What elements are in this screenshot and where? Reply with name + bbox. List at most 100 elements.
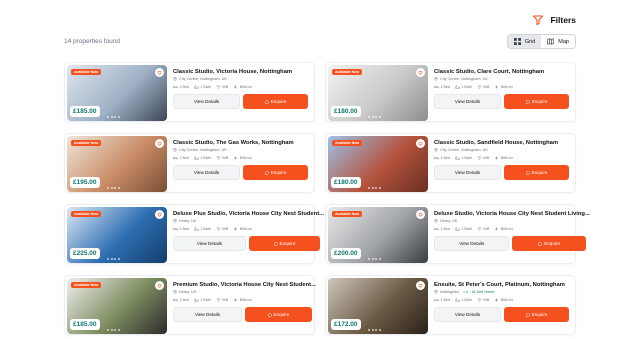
favorite-button[interactable] [155,68,164,77]
favorite-button[interactable] [416,210,425,219]
bath-icon [194,227,199,231]
property-card[interactable]: Available Now £200.00 Deluxe Studio, Vic… [325,204,590,264]
property-photo[interactable]: Available Now £185.00 [67,65,167,121]
property-title[interactable]: Deluxe Studio, Victoria House City Nest … [434,211,590,217]
chat-icon [273,241,278,246]
property-info: Classic Studio, The Gas Works, Nottingha… [167,136,312,190]
property-title[interactable]: Ensuite, St Peter's Court, Platinum, Not… [434,282,573,288]
carousel-dots[interactable] [107,329,120,331]
chat-icon [264,170,269,175]
carousel-dots[interactable] [107,116,120,118]
enquire-label: Enquire [531,312,548,317]
property-photo[interactable]: Available Now £180.00 [328,65,428,121]
amenities: 1 Bed 1 Bath Wifi Bills Inc [173,298,316,302]
favorite-button[interactable] [416,68,425,77]
property-card[interactable]: Available Now £195.00 Classic Studio, Th… [64,133,315,193]
enquire-button[interactable]: Enquire [512,236,586,251]
property-card[interactable]: £172.00 Ensuite, St Peter's Court, Plati… [325,275,576,335]
favorite-button[interactable] [416,281,425,290]
property-info: Premium Studio, Victoria House City Nest… [167,278,316,332]
wifi-icon [477,85,482,89]
bed-icon [173,85,178,89]
property-title[interactable]: Classic Studio, Sandfield House, Notting… [434,140,573,146]
carousel-dots[interactable] [107,187,120,189]
enquire-button[interactable]: Enquire [248,236,320,251]
carousel-dots[interactable] [368,329,381,331]
enquire-button[interactable]: Enquire [243,94,308,109]
property-location: City Centre, Nottingham, UK [434,148,573,152]
view-details-button[interactable]: View Details [434,236,510,251]
bed-count: 1 Bed [179,227,189,231]
map-view-button[interactable]: Map [541,35,575,48]
enquire-button[interactable]: Enquire [244,307,312,322]
wifi-icon [477,227,482,231]
enquire-button[interactable]: Enquire [504,307,569,322]
property-card[interactable]: Available Now £225.00 Deluxe Plus Studio… [64,204,324,264]
location-tag: • 4 - 18 Unit Home [463,290,495,294]
property-grid: Available Now £185.00 Classic Studio, Vi… [64,62,590,335]
property-photo[interactable]: Available Now £195.00 [67,136,167,192]
property-title[interactable]: Classic Studio, Clare Court, Nottingham [434,69,573,75]
favorite-button[interactable] [155,210,164,219]
bath-count: 1 Bath [461,227,472,231]
bolt-icon [495,85,499,89]
property-title[interactable]: Premium Studio, Victoria House City Nest… [173,282,316,288]
bills-label: Bills Inc [239,298,253,302]
property-card[interactable]: Available Now £185.00 Premium Studio, Vi… [64,275,316,335]
property-photo[interactable]: Available Now £180.00 [328,136,428,192]
bolt-icon [495,227,499,231]
location-pin-icon [434,148,438,152]
property-card[interactable]: Available Now £180.00 Classic Studio, Cl… [325,62,576,122]
carousel-dots[interactable] [368,116,381,118]
favorite-button[interactable] [155,281,164,290]
bath-count: 1 Bath [200,298,211,302]
amenities: 1 Bed 1 Bath Wifi Bills Inc [434,298,573,302]
bath-icon [455,298,460,302]
card-actions: View Details Enquire [434,236,590,251]
results-count: 14 properties found [64,38,121,45]
property-photo[interactable]: £172.00 [328,278,428,334]
property-location: Derby, UK [434,219,590,223]
enquire-button[interactable]: Enquire [243,165,308,180]
view-details-button[interactable]: View Details [434,307,501,322]
wifi-label: Wifi [483,156,490,160]
card-actions: View Details Enquire [173,236,324,251]
wifi-icon [216,227,221,231]
view-details-button[interactable]: View Details [173,165,240,180]
bath-icon [194,156,199,160]
property-info: Ensuite, St Peter's Court, Platinum, Not… [428,278,573,332]
property-title[interactable]: Deluxe Plus Studio, Victoria House City … [173,211,324,217]
property-photo[interactable]: Available Now £200.00 [328,207,428,263]
heart-icon [418,70,423,75]
heart-icon [418,283,423,288]
view-details-button[interactable]: View Details [173,236,246,251]
favorite-button[interactable] [155,139,164,148]
carousel-dots[interactable] [368,187,381,189]
enquire-button[interactable]: Enquire [504,94,569,109]
map-view-label: Map [558,38,569,45]
amenities: 1 Bed 1 Bath Wifi Bills Inc [173,227,324,231]
carousel-dots[interactable] [368,258,381,260]
property-card[interactable]: Available Now £180.00 Classic Studio, Sa… [325,133,576,193]
property-title[interactable]: Classic Studio, Victoria House, Nottingh… [173,69,312,75]
view-details-button[interactable]: View Details [173,94,240,109]
property-location: City Centre, Nottingham, UK [173,77,312,81]
view-details-button[interactable]: View Details [434,94,501,109]
property-photo[interactable]: Available Now £185.00 [67,278,167,334]
location-text: Derby, UK [440,219,458,223]
grid-view-button[interactable]: Grid [507,35,542,48]
bills-label: Bills Inc [500,156,514,160]
wifi-label: Wifi [222,85,229,89]
enquire-button[interactable]: Enquire [504,165,569,180]
bath-count: 1 Bath [461,298,472,302]
carousel-dots[interactable] [107,258,120,260]
view-details-button[interactable]: View Details [173,307,242,322]
filters-button[interactable]: Filters [532,14,576,26]
property-card[interactable]: Available Now £185.00 Classic Studio, Vi… [64,62,315,122]
property-title[interactable]: Classic Studio, The Gas Works, Nottingha… [173,140,312,146]
property-photo[interactable]: Available Now £225.00 [67,207,167,263]
favorite-button[interactable] [416,139,425,148]
bed-count: 1 Bed [179,156,189,160]
view-details-button[interactable]: View Details [434,165,501,180]
location-pin-icon [173,219,177,223]
